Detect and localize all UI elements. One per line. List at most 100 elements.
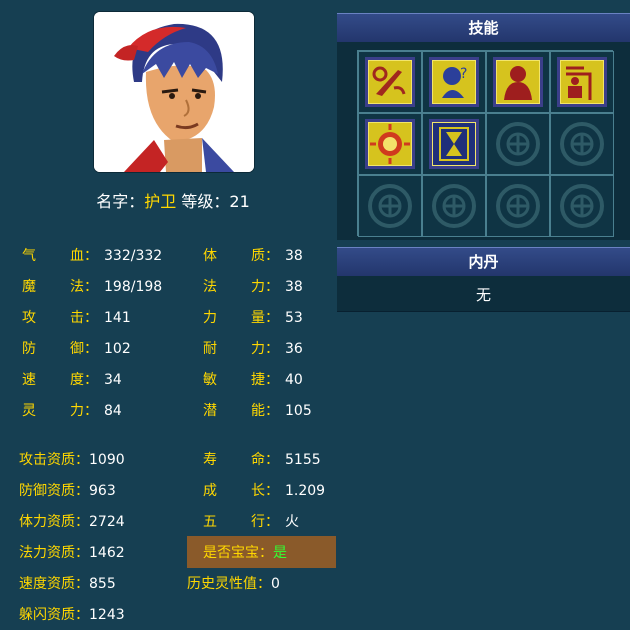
character-name: 护卫 <box>144 192 177 211</box>
svg-text:?: ? <box>460 66 467 82</box>
stat-row: 力 量： 53 <box>203 308 303 328</box>
stat-label-a: 气 <box>22 248 36 264</box>
stat-label-b: 法： <box>70 279 98 295</box>
skill-slot[interactable] <box>486 51 550 113</box>
jade-disc-icon <box>496 184 540 228</box>
attribute-label-a: 五 <box>203 514 217 530</box>
aptitude-label: 体力资质： <box>19 514 89 530</box>
skill-slot[interactable] <box>550 51 614 113</box>
stat-label-a: 防 <box>22 341 36 357</box>
stat-value: 40 <box>285 372 303 388</box>
aptitude-label: 法力资质： <box>19 545 89 561</box>
attribute-value: 火 <box>285 514 299 530</box>
skills-panel-header: 技能 <box>337 13 630 43</box>
aptitude-row: 法力资质：1462 <box>19 543 125 563</box>
history-value: 0 <box>271 576 280 592</box>
stat-label-a: 体 <box>203 248 217 264</box>
aptitude-label: 攻击资质： <box>19 452 89 468</box>
stat-label-a: 敏 <box>203 372 217 388</box>
stat-label-b: 血： <box>70 248 98 264</box>
name-label: 名字： <box>96 192 145 211</box>
neidan-panel-header: 内丹 <box>337 247 630 277</box>
skills-grid: ? <box>357 50 614 237</box>
sun-shield-icon[interactable] <box>365 119 415 169</box>
character-portrait <box>94 12 254 172</box>
skill-slot[interactable]: ? <box>422 51 486 113</box>
stat-row: 法 力： 38 <box>203 277 303 297</box>
sword-scroll-icon[interactable] <box>365 57 415 107</box>
attribute-label-b: 命： <box>251 452 279 468</box>
stat-label-b: 力： <box>70 403 98 419</box>
stat-value: 141 <box>104 310 131 326</box>
stat-label-a: 耐 <box>203 341 217 357</box>
jade-disc-icon <box>432 184 476 228</box>
aptitude-value: 1462 <box>89 545 125 561</box>
stat-row: 速 度： 34 <box>22 370 122 390</box>
stat-label-b: 量： <box>251 310 279 326</box>
character-portrait-image <box>94 12 254 172</box>
stat-label-a: 力 <box>203 310 217 326</box>
skill-slot-empty <box>422 175 486 237</box>
attribute-value: 1.209 <box>285 483 326 499</box>
stat-value: 102 <box>104 341 131 357</box>
stat-value: 198/198 <box>104 279 163 295</box>
stat-label-b: 捷： <box>251 372 279 388</box>
stat-label-b: 击： <box>70 310 98 326</box>
hourglass-icon[interactable] <box>429 119 479 169</box>
stat-row: 潜 能： 105 <box>203 401 312 421</box>
history-row: 历史灵性值：0 <box>187 574 280 594</box>
attribute-label-a: 寿 <box>203 452 217 468</box>
stat-label-a: 潜 <box>203 403 217 419</box>
stat-value: 84 <box>104 403 122 419</box>
skill-slot[interactable] <box>358 51 422 113</box>
stat-row: 体 质： 38 <box>203 246 303 266</box>
attribute-label-b: 长： <box>251 483 279 499</box>
aptitude-row: 躲闪资质：1243 <box>19 605 125 625</box>
stat-row: 防 御： 102 <box>22 339 131 359</box>
aptitude-value: 963 <box>89 483 116 499</box>
aptitude-label: 防御资质： <box>19 483 89 499</box>
magic-orb-icon[interactable]: ? <box>429 57 479 107</box>
skill-slot[interactable] <box>358 113 422 175</box>
stat-value: 38 <box>285 248 303 264</box>
aptitude-row: 体力资质：2724 <box>19 512 125 532</box>
stat-label-b: 质： <box>251 248 279 264</box>
warrior-silhouette-icon[interactable] <box>493 57 543 107</box>
stat-row: 魔 法： 198/198 <box>22 277 162 297</box>
stat-value: 34 <box>104 372 122 388</box>
character-level: 21 <box>229 192 250 211</box>
attribute-row: 五 行： 火 <box>203 512 299 532</box>
jade-disc-icon <box>560 184 604 228</box>
stat-value: 53 <box>285 310 303 326</box>
attribute-row: 成 长： 1.209 <box>203 481 325 501</box>
is-baby-value: 是 <box>273 545 287 561</box>
stat-label-a: 魔 <box>22 279 36 295</box>
stat-value: 38 <box>285 279 303 295</box>
level-label: 等级： <box>181 192 230 211</box>
attribute-label-a: 成 <box>203 483 217 499</box>
history-label: 历史灵性值： <box>187 576 271 592</box>
attribute-label-b: 行： <box>251 514 279 530</box>
jade-disc-icon <box>496 122 540 166</box>
stat-label-b: 能： <box>251 403 279 419</box>
is-baby-label: 是否宝宝： <box>203 545 273 561</box>
skill-slot-empty <box>550 175 614 237</box>
skill-slot-empty <box>550 113 614 175</box>
aptitude-value: 2724 <box>89 514 125 530</box>
neidan-content: 无 <box>475 286 491 304</box>
stat-value: 332/332 <box>104 248 163 264</box>
fortress-icon[interactable] <box>557 57 607 107</box>
stat-label-b: 力： <box>251 341 279 357</box>
aptitude-label: 速度资质： <box>19 576 89 592</box>
skill-slot-empty <box>486 175 550 237</box>
stat-row: 耐 力： 36 <box>203 339 303 359</box>
aptitude-value: 855 <box>89 576 116 592</box>
stat-row: 攻 击： 141 <box>22 308 131 328</box>
jade-disc-icon <box>368 184 412 228</box>
skill-slot[interactable] <box>422 113 486 175</box>
stat-label-b: 力： <box>251 279 279 295</box>
aptitude-label: 躲闪资质： <box>19 607 89 623</box>
stat-label-b: 御： <box>70 341 98 357</box>
stat-label-a: 法 <box>203 279 217 295</box>
aptitude-value: 1243 <box>89 607 125 623</box>
